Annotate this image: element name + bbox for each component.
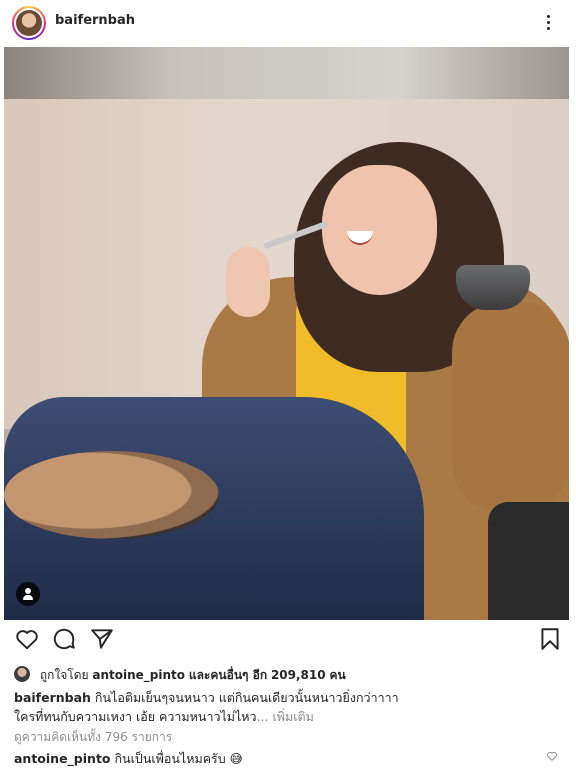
- share-icon[interactable]: [89, 626, 115, 652]
- comment: antoine_pinto กินเป็นเพื่อนไหมครับ 😅: [14, 749, 534, 769]
- avatar-image: [16, 10, 42, 36]
- user-tag-icon[interactable]: [16, 582, 40, 606]
- photo-window: [4, 47, 569, 99]
- likes-count[interactable]: 209,810: [271, 668, 326, 682]
- comment-username[interactable]: antoine_pinto: [14, 751, 111, 766]
- view-all-comments-link[interactable]: ดูความคิดเห็นทั้ง 796 รายการ: [14, 728, 172, 747]
- likes-suffix: คน: [329, 668, 346, 682]
- post-header: baifernbah: [0, 0, 576, 46]
- photo-table: [4, 451, 219, 539]
- photo-bowl: [456, 265, 530, 310]
- caption-more-link[interactable]: ... เพิ่มเติม: [257, 709, 314, 724]
- comment-text: กินเป็นเพื่อนไหมครับ 😅: [114, 751, 243, 766]
- caption-line-2: ใครที่ทนกับความเหงา เอ้ย ความหนาวไม่ไหว: [14, 709, 257, 724]
- likes-others-label[interactable]: และคนอื่นๆ อีก: [189, 668, 267, 682]
- liker-avatar: [14, 666, 30, 682]
- post-photo[interactable]: [4, 47, 569, 620]
- photo-arm: [452, 302, 569, 512]
- likes-prefix: ถูกใจโดย: [39, 668, 89, 682]
- comment-like-icon[interactable]: [546, 750, 558, 762]
- post-username[interactable]: baifernbah: [55, 13, 135, 28]
- liker-username[interactable]: antoine_pinto: [92, 668, 185, 682]
- more-options-icon[interactable]: [543, 13, 553, 33]
- caption-line-1: กินไอติมเย็นๆจนหนาว แต่กินคนเดียวนั้นหนา…: [94, 690, 399, 705]
- photo-chair: [488, 502, 569, 620]
- heart-icon[interactable]: [14, 626, 40, 652]
- caption-username[interactable]: baifernbah: [14, 690, 91, 705]
- caption: baifernbah กินไอติมเย็นๆจนหนาว แต่กินคนเ…: [14, 688, 554, 726]
- photo-hand: [226, 247, 270, 317]
- likes-summary: ถูกใจโดย antoine_pinto และคนอื่นๆ อีก 20…: [14, 666, 346, 684]
- bookmark-icon[interactable]: [537, 626, 563, 652]
- avatar-border: [14, 8, 44, 38]
- action-bar: [0, 626, 576, 656]
- photo-face: [322, 165, 437, 295]
- comment-icon[interactable]: [51, 626, 77, 652]
- avatar[interactable]: [12, 6, 46, 40]
